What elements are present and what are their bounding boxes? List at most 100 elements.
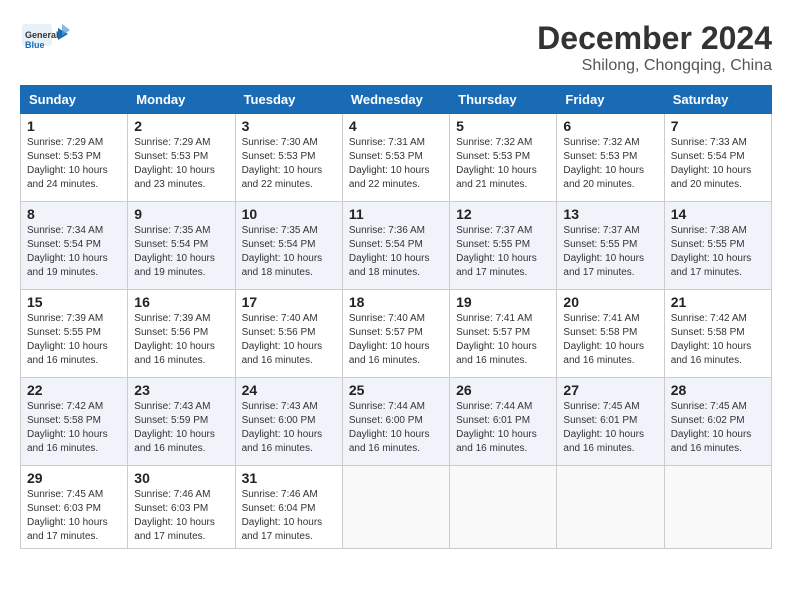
calendar-cell: 18 Sunrise: 7:40 AM Sunset: 5:57 PM Dayl… [342,290,449,378]
calendar-cell: 9 Sunrise: 7:35 AM Sunset: 5:54 PM Dayli… [128,202,235,290]
day-info: Sunrise: 7:33 AM Sunset: 5:54 PM Dayligh… [671,136,765,192]
calendar-week-row: 8 Sunrise: 7:34 AM Sunset: 5:54 PM Dayli… [21,202,772,290]
day-number: 2 [134,118,228,134]
day-number: 23 [134,382,228,398]
day-info: Sunrise: 7:37 AM Sunset: 5:55 PM Dayligh… [563,224,657,280]
day-number: 22 [27,382,121,398]
col-header-tuesday: Tuesday [235,86,342,114]
day-number: 31 [242,470,336,486]
day-info: Sunrise: 7:40 AM Sunset: 5:57 PM Dayligh… [349,312,443,368]
logo-svg: General Blue [20,20,70,60]
day-number: 7 [671,118,765,134]
day-number: 14 [671,206,765,222]
month-year-title: December 2024 [537,20,772,57]
calendar-cell: 10 Sunrise: 7:35 AM Sunset: 5:54 PM Dayl… [235,202,342,290]
calendar-cell: 3 Sunrise: 7:30 AM Sunset: 5:53 PM Dayli… [235,114,342,202]
calendar-week-row: 1 Sunrise: 7:29 AM Sunset: 5:53 PM Dayli… [21,114,772,202]
calendar-cell: 13 Sunrise: 7:37 AM Sunset: 5:55 PM Dayl… [557,202,664,290]
svg-text:General: General [25,30,59,40]
day-number: 1 [27,118,121,134]
calendar-cell: 27 Sunrise: 7:45 AM Sunset: 6:01 PM Dayl… [557,378,664,466]
calendar-cell: 1 Sunrise: 7:29 AM Sunset: 5:53 PM Dayli… [21,114,128,202]
logo: General Blue [20,20,70,60]
location-subtitle: Shilong, Chongqing, China [537,57,772,75]
calendar-cell: 25 Sunrise: 7:44 AM Sunset: 6:00 PM Dayl… [342,378,449,466]
day-info: Sunrise: 7:44 AM Sunset: 6:00 PM Dayligh… [349,400,443,456]
calendar-cell: 11 Sunrise: 7:36 AM Sunset: 5:54 PM Dayl… [342,202,449,290]
day-info: Sunrise: 7:46 AM Sunset: 6:04 PM Dayligh… [242,488,336,544]
day-number: 25 [349,382,443,398]
col-header-wednesday: Wednesday [342,86,449,114]
calendar-cell: 5 Sunrise: 7:32 AM Sunset: 5:53 PM Dayli… [450,114,557,202]
calendar-table: SundayMondayTuesdayWednesdayThursdayFrid… [20,85,772,549]
calendar-cell: 31 Sunrise: 7:46 AM Sunset: 6:04 PM Dayl… [235,466,342,549]
day-number: 12 [456,206,550,222]
title-area: December 2024 Shilong, Chongqing, China [537,20,772,75]
day-number: 5 [456,118,550,134]
day-info: Sunrise: 7:39 AM Sunset: 5:56 PM Dayligh… [134,312,228,368]
day-info: Sunrise: 7:35 AM Sunset: 5:54 PM Dayligh… [134,224,228,280]
day-number: 17 [242,294,336,310]
calendar-cell: 14 Sunrise: 7:38 AM Sunset: 5:55 PM Dayl… [664,202,771,290]
calendar-cell: 21 Sunrise: 7:42 AM Sunset: 5:58 PM Dayl… [664,290,771,378]
day-number: 18 [349,294,443,310]
day-info: Sunrise: 7:29 AM Sunset: 5:53 PM Dayligh… [134,136,228,192]
day-number: 4 [349,118,443,134]
day-number: 9 [134,206,228,222]
day-number: 24 [242,382,336,398]
calendar-cell [342,466,449,549]
calendar-cell: 17 Sunrise: 7:40 AM Sunset: 5:56 PM Dayl… [235,290,342,378]
day-info: Sunrise: 7:42 AM Sunset: 5:58 PM Dayligh… [27,400,121,456]
day-info: Sunrise: 7:43 AM Sunset: 6:00 PM Dayligh… [242,400,336,456]
day-number: 8 [27,206,121,222]
calendar-cell: 29 Sunrise: 7:45 AM Sunset: 6:03 PM Dayl… [21,466,128,549]
calendar-header-row: SundayMondayTuesdayWednesdayThursdayFrid… [21,86,772,114]
day-info: Sunrise: 7:44 AM Sunset: 6:01 PM Dayligh… [456,400,550,456]
day-info: Sunrise: 7:30 AM Sunset: 5:53 PM Dayligh… [242,136,336,192]
day-info: Sunrise: 7:37 AM Sunset: 5:55 PM Dayligh… [456,224,550,280]
calendar-cell [450,466,557,549]
calendar-cell: 24 Sunrise: 7:43 AM Sunset: 6:00 PM Dayl… [235,378,342,466]
day-number: 10 [242,206,336,222]
calendar-cell: 6 Sunrise: 7:32 AM Sunset: 5:53 PM Dayli… [557,114,664,202]
col-header-saturday: Saturday [664,86,771,114]
day-number: 19 [456,294,550,310]
calendar-week-row: 22 Sunrise: 7:42 AM Sunset: 5:58 PM Dayl… [21,378,772,466]
day-info: Sunrise: 7:36 AM Sunset: 5:54 PM Dayligh… [349,224,443,280]
day-info: Sunrise: 7:39 AM Sunset: 5:55 PM Dayligh… [27,312,121,368]
day-number: 3 [242,118,336,134]
day-info: Sunrise: 7:41 AM Sunset: 5:57 PM Dayligh… [456,312,550,368]
day-info: Sunrise: 7:46 AM Sunset: 6:03 PM Dayligh… [134,488,228,544]
day-number: 15 [27,294,121,310]
col-header-friday: Friday [557,86,664,114]
calendar-cell: 23 Sunrise: 7:43 AM Sunset: 5:59 PM Dayl… [128,378,235,466]
day-number: 27 [563,382,657,398]
day-number: 6 [563,118,657,134]
calendar-cell: 4 Sunrise: 7:31 AM Sunset: 5:53 PM Dayli… [342,114,449,202]
svg-text:Blue: Blue [25,40,45,50]
day-info: Sunrise: 7:45 AM Sunset: 6:03 PM Dayligh… [27,488,121,544]
calendar-cell [557,466,664,549]
day-number: 30 [134,470,228,486]
calendar-cell: 12 Sunrise: 7:37 AM Sunset: 5:55 PM Dayl… [450,202,557,290]
calendar-cell: 28 Sunrise: 7:45 AM Sunset: 6:02 PM Dayl… [664,378,771,466]
calendar-cell: 19 Sunrise: 7:41 AM Sunset: 5:57 PM Dayl… [450,290,557,378]
day-number: 16 [134,294,228,310]
calendar-cell: 16 Sunrise: 7:39 AM Sunset: 5:56 PM Dayl… [128,290,235,378]
calendar-cell: 30 Sunrise: 7:46 AM Sunset: 6:03 PM Dayl… [128,466,235,549]
day-number: 11 [349,206,443,222]
col-header-thursday: Thursday [450,86,557,114]
col-header-sunday: Sunday [21,86,128,114]
calendar-week-row: 29 Sunrise: 7:45 AM Sunset: 6:03 PM Dayl… [21,466,772,549]
day-info: Sunrise: 7:32 AM Sunset: 5:53 PM Dayligh… [456,136,550,192]
calendar-cell: 20 Sunrise: 7:41 AM Sunset: 5:58 PM Dayl… [557,290,664,378]
calendar-cell: 2 Sunrise: 7:29 AM Sunset: 5:53 PM Dayli… [128,114,235,202]
day-number: 20 [563,294,657,310]
calendar-cell: 22 Sunrise: 7:42 AM Sunset: 5:58 PM Dayl… [21,378,128,466]
day-info: Sunrise: 7:42 AM Sunset: 5:58 PM Dayligh… [671,312,765,368]
day-info: Sunrise: 7:32 AM Sunset: 5:53 PM Dayligh… [563,136,657,192]
calendar-cell: 7 Sunrise: 7:33 AM Sunset: 5:54 PM Dayli… [664,114,771,202]
calendar-cell [664,466,771,549]
day-number: 13 [563,206,657,222]
day-info: Sunrise: 7:43 AM Sunset: 5:59 PM Dayligh… [134,400,228,456]
